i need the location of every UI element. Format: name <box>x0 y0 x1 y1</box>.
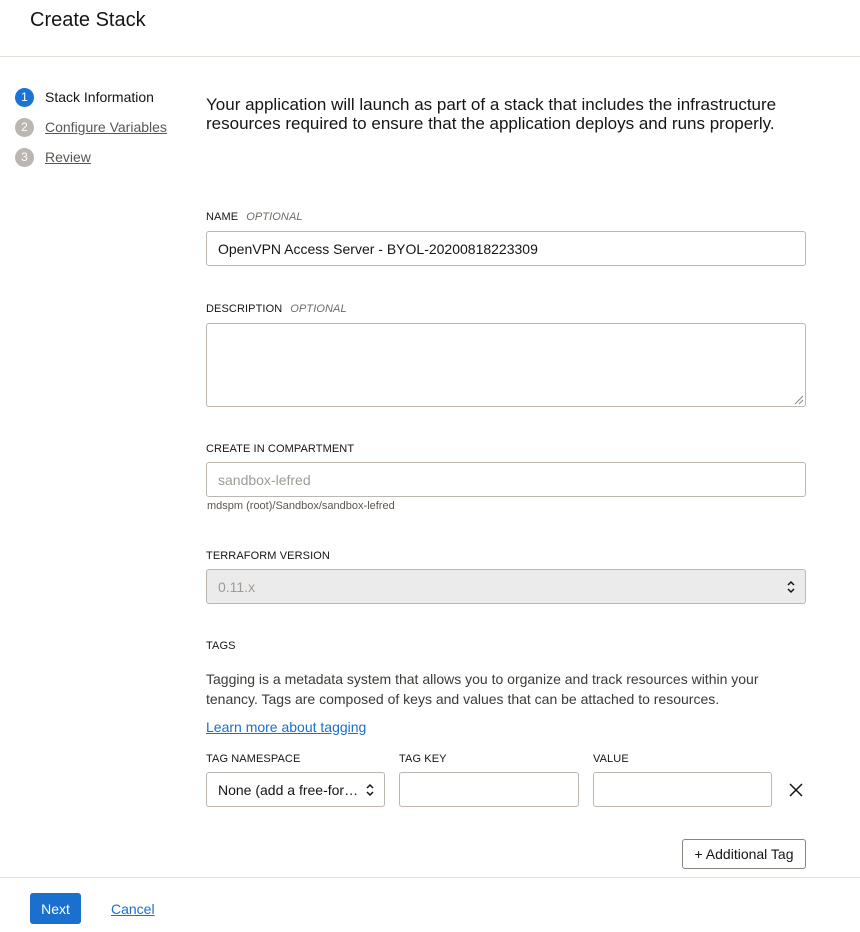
step-number: 1 <box>15 87 34 107</box>
terraform-label: TERRAFORM VERSION <box>206 550 330 562</box>
optional-tag: OPTIONAL <box>246 211 303 223</box>
description-label: DESCRIPTION OPTIONAL <box>206 303 347 315</box>
compartment-value: sandbox-lefred <box>218 471 311 488</box>
tags-label-text: TAGS <box>206 640 236 652</box>
intro-text: Your application will launch as part of … <box>206 95 777 133</box>
terraform-label-text: TERRAFORM VERSION <box>206 550 330 562</box>
step-stack-information[interactable]: 1 Stack Information <box>15 87 154 107</box>
step-number: 3 <box>15 147 34 167</box>
page-title: Create Stack <box>30 9 146 31</box>
tag-value-label-text: VALUE <box>593 753 629 765</box>
tags-description: Tagging is a metadata system that allows… <box>206 671 759 707</box>
terraform-version-select[interactable]: 0.11.x <box>206 569 806 604</box>
name-label: NAME OPTIONAL <box>206 211 303 223</box>
step-configure-variables[interactable]: 2 Configure Variables <box>15 117 167 137</box>
compartment-select[interactable]: sandbox-lefred <box>206 462 806 497</box>
step-label: Stack Information <box>45 89 154 105</box>
compartment-path: mdspm (root)/Sandbox/sandbox-lefred <box>207 500 395 512</box>
terraform-value: 0.11.x <box>218 578 256 595</box>
tag-namespace-label-text: TAG NAMESPACE <box>206 753 301 765</box>
remove-tag-close-icon[interactable] <box>787 781 805 799</box>
page-header: Create Stack <box>0 0 860 57</box>
description-textarea[interactable] <box>206 323 806 407</box>
tag-value-input[interactable] <box>593 772 772 807</box>
additional-tag-button[interactable]: + Additional Tag <box>682 839 806 869</box>
step-label: Review <box>45 149 91 165</box>
tag-namespace-select[interactable]: None (add a free-for… <box>206 772 385 807</box>
tags-label: TAGS <box>206 640 236 652</box>
step-review[interactable]: 3 Review <box>15 147 91 167</box>
step-number: 2 <box>15 117 34 137</box>
tag-key-label-text: TAG KEY <box>399 753 447 765</box>
learn-more-tagging-link[interactable]: Learn more about tagging <box>206 719 366 735</box>
description-label-text: DESCRIPTION <box>206 303 283 315</box>
name-input-value: OpenVPN Access Server - BYOL-20200818223… <box>218 240 538 257</box>
cancel-link[interactable]: Cancel <box>111 901 155 917</box>
next-button[interactable]: Next <box>30 893 81 924</box>
tag-namespace-label: TAG NAMESPACE <box>206 753 300 765</box>
tag-key-input[interactable] <box>399 772 579 807</box>
tag-key-label: TAG KEY <box>399 753 447 765</box>
page-footer: Next Cancel <box>0 877 860 932</box>
name-label-text: NAME <box>206 211 239 223</box>
name-input[interactable]: OpenVPN Access Server - BYOL-20200818223… <box>206 231 806 266</box>
chevron-up-down-icon <box>366 783 374 797</box>
optional-tag: OPTIONAL <box>290 303 347 315</box>
tag-value-label: VALUE <box>593 753 629 765</box>
step-label: Configure Variables <box>45 119 167 135</box>
chevron-up-down-icon <box>787 580 795 594</box>
compartment-label: CREATE IN COMPARTMENT <box>206 443 354 455</box>
tag-namespace-value: None (add a free-for… <box>218 781 359 798</box>
resize-handle-icon[interactable] <box>793 394 804 405</box>
compartment-label-text: CREATE IN COMPARTMENT <box>206 443 355 455</box>
